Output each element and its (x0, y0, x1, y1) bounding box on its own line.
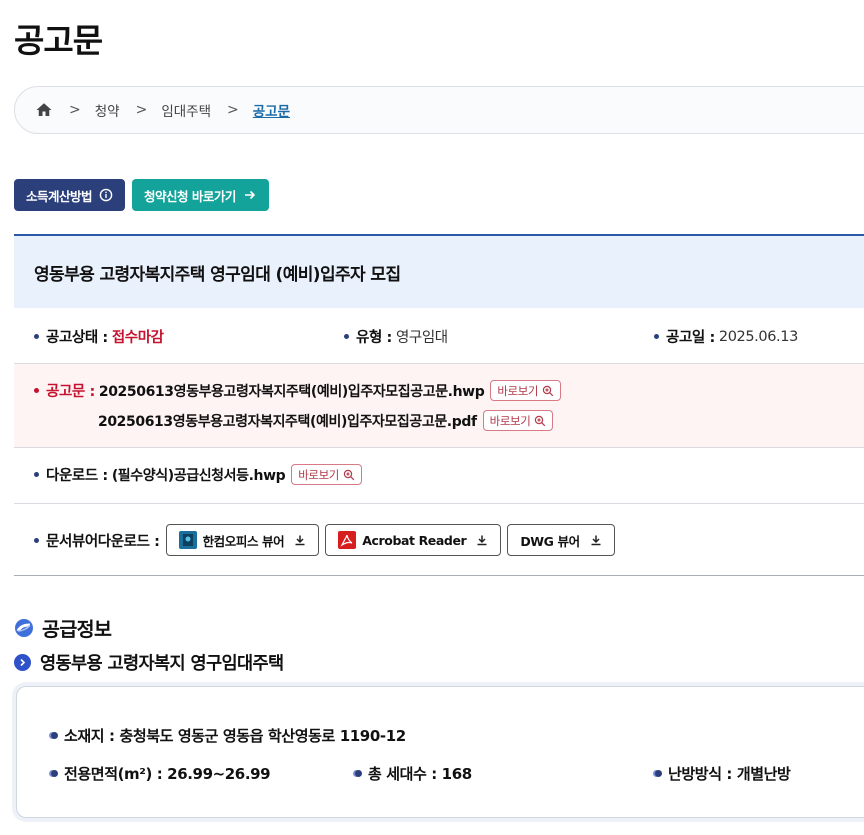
viewer-label: 문서뷰어다운로드 : (46, 533, 160, 550)
notice-panel: 영동부용 고령자복지주택 영구임대 (예비)입주자 모집 공고상태 : 접수마감… (14, 234, 864, 576)
bullet-icon (34, 334, 39, 339)
heating-text: 난방방식 : 개별난방 (668, 765, 791, 783)
doc-field-2: 20250613영동부용고령자복지주택(예비)입주자모집공고문.pdf 바로보기 (98, 410, 554, 431)
complex-heading: 영동부용 고령자복지 영구임대주택 (14, 650, 284, 675)
page-title: 공고문 (14, 21, 103, 60)
breadcrumb-item-rental[interactable]: 임대주택 (161, 100, 211, 120)
status-label: 공고상태 : (46, 330, 108, 346)
chevron-right-icon: > (135, 102, 148, 118)
download-file[interactable]: (필수양식)공급신청서등.hwp (112, 465, 286, 485)
heating-item: 난방방식 : 개별난방 (655, 763, 791, 784)
date-label: 공고일 : (666, 330, 715, 346)
hancom-viewer-button[interactable]: 한컴오피스 뷰어 (165, 524, 320, 556)
view-button-hwp[interactable]: 바로보기 (490, 380, 562, 401)
bullet-icon (34, 472, 39, 477)
apply-button[interactable]: 청약신청 바로가기 (132, 179, 269, 211)
type-label: 유형 : (356, 330, 392, 346)
type-value: 영구임대 (395, 330, 448, 346)
bullet-icon (51, 770, 58, 777)
bullet-icon (34, 537, 39, 543)
income-calc-label: 소득계산방법 (26, 188, 93, 204)
viewer-field: 문서뷰어다운로드 : 한컴오피스 뷰어 Acrobat Reader DWG 뷰… (34, 524, 621, 556)
doc-file-hwp[interactable]: 20250613영동부용고령자복지주택(예비)입주자모집공고문.hwp (99, 381, 485, 401)
chevron-right-icon: > (69, 102, 81, 118)
bullet-icon (344, 334, 349, 339)
supply-logo-icon (14, 618, 34, 638)
acrobat-reader-button[interactable]: Acrobat Reader (325, 524, 502, 556)
doc-field: 공고문 : 20250613영동부용고령자복지주택(예비)입주자모집공고문.hw… (34, 380, 562, 401)
bullet-icon (51, 732, 58, 739)
date-field: 공고일 : 2025.06.13 (654, 326, 798, 347)
income-calc-button[interactable]: 소득계산방법 (14, 179, 126, 211)
area-item: 전용면적(m²) : 26.99~26.99 (51, 763, 271, 784)
download-field: 다운로드 : (필수양식)공급신청서등.hwp 바로보기 (34, 464, 362, 485)
download-label: 다운로드 : (46, 468, 108, 484)
notice-meta-row: 공고상태 : 접수마감 유형 : 영구임대 공고일 : 2025.06.13 (14, 308, 864, 364)
supply-section-heading: 공급정보 (14, 613, 112, 642)
zoom-in-icon (542, 385, 554, 396)
area-text: 전용면적(m²) : 26.99~26.99 (64, 765, 271, 783)
download-row: 다운로드 : (필수양식)공급신청서등.hwp 바로보기 (14, 448, 864, 504)
status-field: 공고상태 : 접수마감 (34, 326, 164, 347)
download-icon (294, 534, 306, 546)
breadcrumb-current[interactable]: 공고문 (253, 100, 290, 120)
households-text: 총 세대수 : 168 (368, 765, 472, 783)
type-field: 유형 : 영구임대 (344, 326, 448, 347)
view-label: 바로보기 (489, 413, 531, 428)
view-button-pdf[interactable]: 바로보기 (482, 410, 554, 431)
hancom-icon (178, 531, 197, 549)
bullet-icon (34, 388, 39, 393)
households-item: 총 세대수 : 168 (355, 763, 472, 784)
download-icon (476, 534, 488, 546)
breadcrumb-item-subscription[interactable]: 청약 (95, 100, 120, 120)
view-label: 바로보기 (298, 467, 339, 482)
acrobat-icon (338, 531, 357, 549)
bullet-icon (655, 770, 662, 777)
apply-label: 청약신청 바로가기 (144, 188, 236, 204)
notice-title: 영동부용 고령자복지주택 영구임대 (예비)입주자 모집 (14, 234, 864, 308)
notice-docs-row: 공고문 : 20250613영동부용고령자복지주택(예비)입주자모집공고문.hw… (14, 364, 864, 448)
chevron-right-icon: > (227, 102, 239, 118)
view-button-form[interactable]: 바로보기 (291, 464, 362, 485)
chevron-right-circle-icon (14, 654, 31, 671)
supply-info-box: 소재지 : 충청북도 영동군 영동읍 학산영동로 1190-12 전용면적(m²… (16, 686, 864, 818)
hancom-viewer-label: 한컴오피스 뷰어 (202, 533, 285, 549)
info-icon (99, 188, 113, 202)
arrow-right-icon (243, 188, 257, 202)
viewer-row: 문서뷰어다운로드 : 한컴오피스 뷰어 Acrobat Reader DWG 뷰… (14, 504, 864, 576)
zoom-in-icon (535, 415, 546, 426)
dwg-viewer-label: DWG 뷰어 (520, 533, 580, 549)
date-value: 2025.06.13 (718, 328, 798, 345)
status-value: 접수마감 (111, 330, 164, 346)
bullet-icon (654, 334, 659, 339)
bullet-icon (355, 770, 362, 777)
acrobat-reader-label: Acrobat Reader (362, 532, 467, 548)
location-text: 소재지 : 충청북도 영동군 영동읍 학산영동로 1190-12 (64, 727, 406, 745)
dwg-viewer-button[interactable]: DWG 뷰어 (507, 524, 615, 556)
zoom-in-icon (343, 469, 355, 480)
location-item: 소재지 : 충청북도 영동군 영동읍 학산영동로 1190-12 (51, 725, 406, 746)
doc-label: 공고문 : (46, 384, 95, 400)
complex-title: 영동부용 고령자복지 영구임대주택 (40, 654, 284, 674)
home-icon[interactable] (35, 101, 53, 119)
download-icon (590, 534, 602, 546)
view-label: 바로보기 (497, 383, 539, 398)
breadcrumb: > 청약 > 임대주택 > 공고문 (14, 86, 864, 134)
supply-section-title: 공급정보 (42, 618, 112, 641)
doc-file-pdf[interactable]: 20250613영동부용고령자복지주택(예비)입주자모집공고문.pdf (98, 411, 477, 431)
